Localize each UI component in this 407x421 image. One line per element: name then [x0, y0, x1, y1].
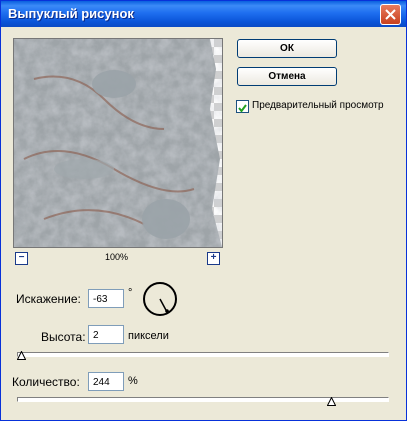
- checkmark-icon: [238, 104, 247, 113]
- angle-dial-needle: [159, 298, 169, 313]
- cancel-button[interactable]: Отмена: [237, 67, 337, 86]
- zoom-in-button[interactable]: +: [207, 252, 220, 265]
- height-label: Высота:: [41, 330, 86, 344]
- angle-unit: °: [128, 287, 133, 299]
- preview-checkbox-label: Предварительный просмотр: [252, 100, 384, 111]
- ok-button[interactable]: ОК: [237, 39, 337, 58]
- preview-area[interactable]: [13, 38, 223, 248]
- zoom-out-button[interactable]: −: [15, 252, 28, 265]
- height-unit: пиксели: [128, 330, 169, 342]
- window-title: Выпуклый рисунок: [8, 6, 134, 21]
- amount-input[interactable]: 244: [88, 372, 124, 391]
- angle-input[interactable]: -63: [88, 289, 124, 308]
- height-slider-track[interactable]: [17, 352, 389, 357]
- close-icon: [385, 9, 396, 20]
- amount-label: Количество:: [12, 375, 80, 389]
- height-input[interactable]: 2: [88, 325, 124, 344]
- zoom-level: 100%: [105, 252, 129, 262]
- amount-unit: %: [128, 375, 138, 387]
- height-slider-thumb[interactable]: [17, 351, 26, 360]
- bevel-dialog: Выпуклый рисунок − 100% + ОК Отмена Пред…: [0, 0, 407, 421]
- angle-label: Искажение:: [16, 292, 81, 306]
- title-bar[interactable]: Выпуклый рисунок: [1, 1, 406, 27]
- preview-checkbox[interactable]: [236, 100, 249, 113]
- preview-image: [14, 39, 222, 247]
- angle-dial[interactable]: [143, 282, 177, 316]
- amount-slider-thumb[interactable]: [327, 397, 337, 406]
- close-button[interactable]: [380, 4, 401, 25]
